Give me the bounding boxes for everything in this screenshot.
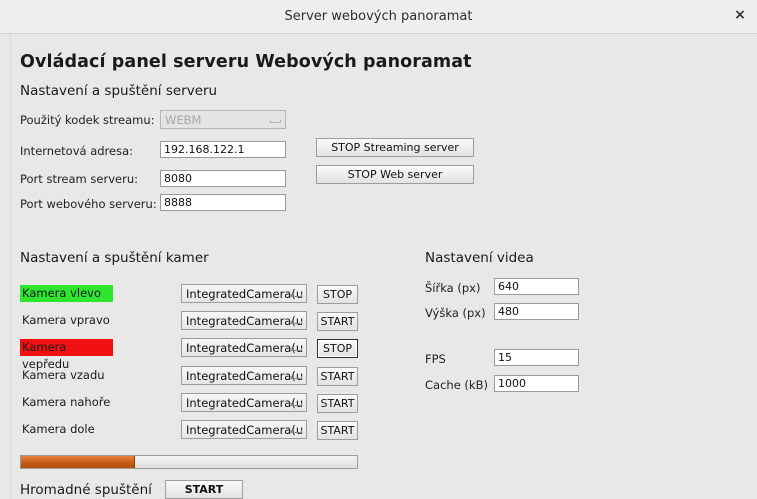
camera-label: Kamera vzadu bbox=[22, 368, 105, 382]
camera-action-button[interactable]: START bbox=[317, 421, 358, 440]
camera-label: Kamera vpravo bbox=[22, 313, 110, 327]
web-port-label: Port webového serveru: bbox=[20, 197, 157, 211]
chevron-down-icon bbox=[291, 376, 302, 379]
camera-device-select[interactable]: IntegratedCamera(u bbox=[181, 338, 307, 357]
close-icon[interactable]: × bbox=[731, 7, 749, 23]
camera-device-select[interactable]: IntegratedCamera(u bbox=[181, 393, 307, 412]
camera-label: Kamera dole bbox=[22, 422, 95, 436]
chevron-down-icon bbox=[291, 294, 302, 297]
camera-action-button[interactable]: STOP bbox=[317, 339, 358, 358]
height-label: Výška (px) bbox=[425, 306, 486, 320]
address-field[interactable]: 192.168.122.1 bbox=[160, 141, 286, 158]
camera-device-value: IntegratedCamera(u bbox=[186, 287, 304, 301]
bulk-progress-bar bbox=[20, 455, 358, 469]
camera-device-value: IntegratedCamera(u bbox=[186, 369, 304, 383]
cache-label: Cache (kB) bbox=[425, 378, 488, 392]
codec-select-value: WEBM bbox=[165, 113, 202, 127]
camera-action-button[interactable]: START bbox=[317, 394, 358, 413]
stream-port-label: Port stream serveru: bbox=[20, 172, 138, 186]
video-section-title: Nastavení videa bbox=[425, 250, 534, 266]
chevron-down-icon bbox=[291, 321, 302, 324]
camera-device-select[interactable]: IntegratedCamera(u bbox=[181, 420, 307, 439]
camera-device-value: IntegratedCamera(u bbox=[186, 396, 304, 410]
codec-select[interactable]: WEBM bbox=[160, 110, 286, 129]
stop-web-server-button[interactable]: STOP Web server bbox=[316, 165, 474, 184]
stop-streaming-server-button[interactable]: STOP Streaming server bbox=[316, 138, 474, 157]
window-title: Server webových panoramat bbox=[284, 9, 473, 24]
cache-field[interactable]: 1000 bbox=[494, 375, 579, 392]
camera-action-button[interactable]: START bbox=[317, 367, 358, 386]
camera-action-button[interactable]: START bbox=[317, 312, 358, 331]
window-titlebar: Server webových panoramat × bbox=[0, 0, 757, 34]
server-section-title: Nastavení a spuštění serveru bbox=[20, 83, 218, 99]
stream-port-field[interactable]: 8080 bbox=[160, 170, 286, 187]
codec-label: Použitý kodek streamu: bbox=[20, 113, 155, 127]
fps-label: FPS bbox=[425, 352, 446, 366]
web-port-field[interactable]: 8888 bbox=[160, 194, 286, 211]
camera-label: Kamera nahoře bbox=[22, 395, 111, 409]
address-label: Internetová adresa: bbox=[20, 144, 134, 158]
window-border bbox=[10, 34, 11, 499]
bulk-start-label: Hromadné spuštění bbox=[20, 482, 152, 498]
chevron-down-icon bbox=[291, 430, 302, 433]
camera-device-select[interactable]: IntegratedCamera(u bbox=[181, 366, 307, 385]
camera-device-select[interactable]: IntegratedCamera(u bbox=[181, 284, 307, 303]
camera-device-select[interactable]: IntegratedCamera(u bbox=[181, 311, 307, 330]
fps-field[interactable]: 15 bbox=[494, 349, 579, 366]
width-label: Šířka (px) bbox=[425, 281, 481, 295]
camera-device-value: IntegratedCamera(u bbox=[186, 423, 304, 437]
camera-action-button[interactable]: STOP bbox=[317, 285, 358, 304]
camera-device-value: IntegratedCamera(u bbox=[186, 314, 304, 328]
page-title: Ovládací panel serveru Webových panorama… bbox=[20, 52, 472, 72]
chevron-down-icon bbox=[270, 120, 281, 123]
camera-label: Kamera vepředu bbox=[20, 339, 113, 371]
chevron-down-icon bbox=[291, 348, 302, 351]
camera-label: Kamera vlevo bbox=[20, 285, 113, 302]
chevron-down-icon bbox=[291, 403, 302, 406]
width-field[interactable]: 640 bbox=[494, 278, 579, 295]
cameras-section-title: Nastavení a spuštění kamer bbox=[20, 250, 209, 266]
bulk-start-button[interactable]: START bbox=[165, 480, 243, 499]
camera-device-value: IntegratedCamera(u bbox=[186, 341, 304, 355]
progress-fill bbox=[21, 456, 136, 468]
height-field[interactable]: 480 bbox=[494, 303, 579, 320]
